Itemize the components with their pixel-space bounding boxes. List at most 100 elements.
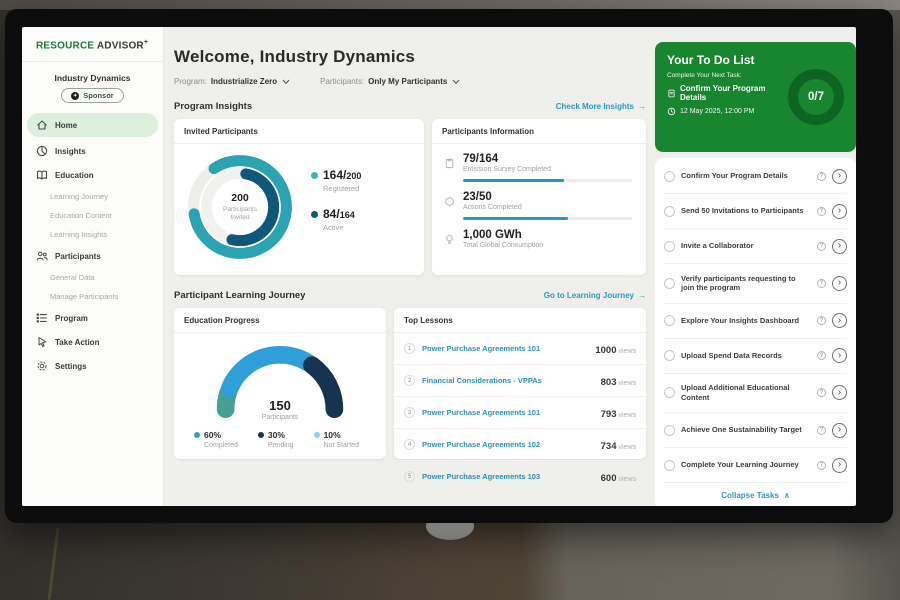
lesson-link[interactable]: Power Purchase Agreements 101 (422, 408, 594, 417)
education-progress-card: Education Progress 150 Participants (174, 308, 386, 459)
sidebar-item-participants[interactable]: Participants (22, 244, 163, 268)
check-more-insights-link[interactable]: Check More Insights → (556, 102, 646, 111)
registered-value: 164/ (323, 168, 346, 182)
program-list-icon (36, 312, 48, 324)
task-checkbox[interactable] (664, 387, 675, 398)
go-to-learning-journey-link[interactable]: Go to Learning Journey → (544, 291, 646, 300)
legend-label: Not Started (324, 442, 359, 449)
active-legend-item: 84/164 Active (311, 207, 361, 232)
task-row: Send 50 Invitations to Participants ? › (664, 194, 847, 229)
help-icon[interactable]: ? (817, 388, 826, 397)
help-icon[interactable]: ? (817, 172, 826, 181)
sidebar-item-label: Participants (55, 252, 101, 261)
task-row: Explore Your Insights Dashboard ? › (664, 304, 847, 339)
help-icon[interactable]: ? (817, 351, 826, 360)
task-open-button[interactable]: › (832, 348, 847, 363)
help-icon[interactable]: ? (817, 316, 826, 325)
help-icon[interactable]: ? (817, 242, 826, 251)
sidebar-item-label: Insights (55, 147, 86, 156)
sidebar-item-settings[interactable]: Settings (22, 354, 163, 378)
todo-title: Your To Do List (667, 53, 788, 67)
emission-survey-progress (463, 179, 632, 182)
sidebar-item-label: Manage Participants (50, 292, 118, 301)
task-open-button[interactable]: › (832, 423, 847, 438)
sidebar-item-learning-journey[interactable]: Learning Journey (22, 187, 163, 206)
help-icon[interactable]: ? (817, 426, 826, 435)
views-count: 1000 (595, 345, 616, 356)
completed-legend-item: 60% Completed (194, 430, 238, 449)
task-checkbox[interactable] (664, 171, 675, 182)
participants-dropdown[interactable]: Participants: Only My Participants (320, 77, 460, 86)
lesson-row: 3 Power Purchase Agreements 101 793views (394, 397, 646, 429)
sidebar-item-learning-insights[interactable]: Learning Insights (22, 225, 163, 244)
sidebar-item-take-action[interactable]: Take Action (22, 330, 163, 354)
lesson-link[interactable]: Power Purchase Agreements 102 (422, 440, 594, 449)
lesson-row: 4 Power Purchase Agreements 102 734views (394, 429, 646, 461)
task-checkbox[interactable] (664, 350, 675, 361)
sidebar-item-home[interactable]: Home (27, 113, 158, 137)
task-checkbox[interactable] (664, 206, 675, 217)
invited-participants-card: Invited Participants 200 Participants In… (174, 119, 424, 275)
sponsor-badge[interactable]: ✦ Sponsor (61, 88, 123, 103)
sidebar-item-education[interactable]: Education (22, 163, 163, 187)
brand-logo[interactable]: RESOURCE ADVISOR+ (22, 39, 163, 62)
gauge-value: 150 (212, 398, 348, 413)
card-title: Participants Information (432, 119, 646, 144)
task-row: Invite a Collaborator ? › (664, 229, 847, 264)
section-title: Program Insights (174, 101, 252, 112)
task-checkbox[interactable] (664, 315, 675, 326)
sidebar-item-manage-participants[interactable]: Manage Participants (22, 287, 163, 306)
sponsor-icon: ✦ (71, 92, 79, 100)
task-checkbox[interactable] (664, 460, 675, 471)
learning-cards-row: Education Progress 150 Participants (174, 308, 646, 459)
sidebar-item-education-content[interactable]: Education Content (22, 206, 163, 225)
chevron-down-icon (452, 79, 460, 85)
lesson-link[interactable]: Power Purchase Agreements 103 (422, 472, 594, 481)
task-open-button[interactable]: › (832, 313, 847, 328)
task-open-button[interactable]: › (832, 239, 847, 254)
card-title: Invited Participants (174, 119, 424, 144)
task-label: Upload Additional Educational Content (681, 383, 811, 403)
collapse-tasks-link[interactable]: Collapse Tasks ∧ (664, 483, 847, 506)
program-dropdown[interactable]: Program: Industrialize Zero (174, 77, 290, 86)
stat-value: 79/164 (463, 153, 551, 165)
active-value: 84/ (323, 207, 340, 221)
task-open-button[interactable]: › (832, 276, 847, 291)
sidebar-item-program[interactable]: Program (22, 306, 163, 330)
task-checkbox[interactable] (664, 278, 675, 289)
sidebar-item-general-data[interactable]: General Data (22, 268, 163, 287)
brand-primary: RESOURCE (36, 40, 94, 51)
clock-icon (667, 107, 676, 116)
task-checkbox[interactable] (664, 425, 675, 436)
todo-next-task: Confirm Your Program Details (680, 84, 788, 102)
task-label: Explore Your Insights Dashboard (681, 316, 811, 326)
gauge-label: Participants (212, 414, 348, 421)
todo-due-date: 12 May 2025, 12:00 PM (680, 108, 754, 115)
chevron-down-icon (282, 79, 290, 85)
task-open-button[interactable]: › (832, 458, 847, 473)
task-checkbox[interactable] (664, 241, 675, 252)
sidebar-item-label: Learning Insights (50, 230, 107, 239)
help-icon[interactable]: ? (817, 461, 826, 470)
sidebar-item-label: Education (55, 171, 94, 180)
todo-summary-card: Your To Do List Complete Your Next Task:… (655, 42, 856, 152)
rank-badge: 2 (404, 375, 415, 386)
help-icon[interactable]: ? (817, 207, 826, 216)
help-icon[interactable]: ? (817, 279, 826, 288)
actions-progress (463, 217, 632, 220)
lesson-link[interactable]: Power Purchase Agreements 101 (422, 344, 588, 353)
active-label: Active (323, 223, 361, 232)
completed-dot (194, 432, 200, 438)
card-title: Education Progress (174, 308, 386, 333)
task-open-button[interactable]: › (832, 204, 847, 219)
views-count: 734 (601, 441, 617, 452)
emission-survey-stat: 79/164 Emission Survey Completed (444, 153, 632, 173)
task-open-button[interactable]: › (832, 385, 847, 400)
task-open-button[interactable]: › (832, 169, 847, 184)
views-count: 600 (601, 473, 617, 484)
lesson-link[interactable]: Financial Considerations - VPPAs (422, 376, 594, 385)
home-icon (36, 119, 48, 131)
registered-total: 200 (346, 171, 361, 181)
sidebar-item-insights[interactable]: Insights (22, 139, 163, 163)
task-row: Verify participants requesting to join t… (664, 264, 847, 304)
